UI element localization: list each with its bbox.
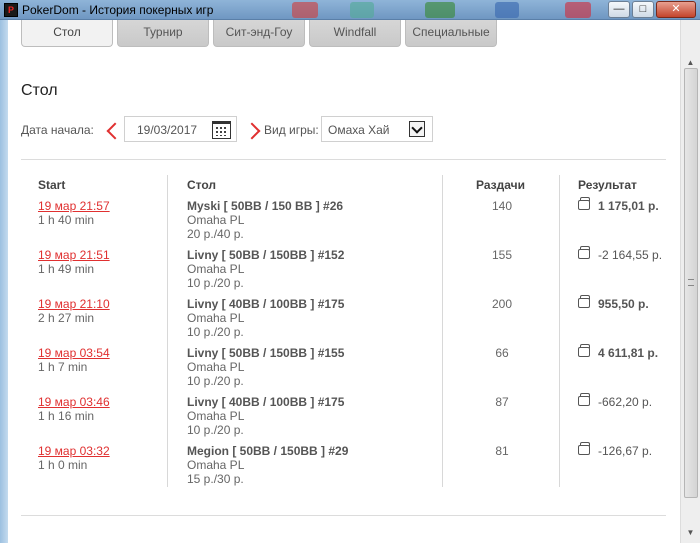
duration: 1 h 7 min [38, 360, 88, 374]
calendar-icon[interactable] [212, 121, 231, 139]
hands-count: 140 [491, 199, 513, 213]
filter-bar: Дата начала: 19/03/2017 Вид игры: Омаха … [21, 116, 681, 144]
maximize-icon[interactable]: □ [632, 1, 654, 18]
hands-count: 87 [495, 395, 509, 409]
table-name: Myski [ 50BB / 150 BB ] #26 [187, 199, 344, 213]
stakes: 10 р./20 р. [187, 325, 244, 339]
table-name: Livny [ 50BB / 150BB ] #152 [187, 248, 345, 262]
pokerdom-app-icon: P [4, 3, 18, 17]
hands-count: 155 [491, 248, 513, 262]
result-amount: -662,20 р. [598, 395, 653, 409]
hands-count: 200 [491, 297, 513, 311]
header-table: Стол [187, 178, 217, 192]
header-hands: Раздачи [476, 178, 525, 192]
game-type: Omaha PL [187, 311, 245, 325]
table-row: 19 мар 21:10 2 h 27 min Livny [ 40BB / 1… [8, 295, 680, 346]
background-icon [350, 2, 374, 18]
hands-count: 81 [495, 444, 509, 458]
table-name: Livny [ 50BB / 150BB ] #155 [187, 346, 345, 360]
table-row: 19 мар 21:57 1 h 40 min Myski [ 50BB / 1… [8, 197, 680, 248]
stakes: 15 р./30 р. [187, 472, 244, 486]
table-name: Livny [ 40BB / 100BB ] #175 [187, 297, 345, 311]
vertical-scrollbar[interactable]: ▲ ▼ [680, 20, 700, 543]
hands-count: 66 [495, 346, 509, 360]
duration: 2 h 27 min [38, 311, 95, 325]
start-time-link[interactable]: 19 мар 03:46 [38, 395, 110, 409]
game-type-select[interactable]: Омаха Хай [321, 116, 433, 142]
scroll-down-icon[interactable]: ▼ [684, 526, 697, 539]
divider [21, 515, 666, 516]
game-type: Omaha PL [187, 458, 245, 472]
chevron-down-icon[interactable] [409, 121, 425, 137]
result-amount: 1 175,01 р. [598, 199, 659, 213]
background-icon [425, 2, 455, 18]
divider [21, 159, 666, 160]
start-time-link[interactable]: 19 мар 21:51 [38, 248, 110, 262]
duration: 1 h 40 min [38, 213, 95, 227]
table-name: Megion [ 50BB / 150BB ] #29 [187, 444, 349, 458]
next-date-icon[interactable] [246, 118, 260, 142]
tab-special[interactable]: Специальные [405, 20, 497, 47]
start-time-link[interactable]: 19 мар 21:10 [38, 297, 110, 311]
header-result: Результат [578, 178, 637, 192]
result-amount: 955,50 р. [598, 297, 649, 311]
date-field[interactable]: 19/03/2017 [124, 116, 237, 142]
wallet-icon [578, 344, 590, 357]
wallet-icon [578, 197, 590, 210]
title-bar: P PokerDom - История покерных игр — □ ✕ [0, 0, 700, 20]
scrollbar-thumb[interactable] [684, 68, 698, 498]
game-type-label: Вид игры: [264, 123, 319, 137]
date-label: Дата начала: [21, 123, 94, 137]
result-amount: 4 611,81 р. [598, 346, 659, 360]
wallet-icon [578, 295, 590, 308]
stakes: 20 р./40 р. [187, 227, 244, 241]
table-row: 19 мар 03:46 1 h 16 min Livny [ 40BB / 1… [8, 393, 680, 444]
table-row: 19 мар 03:32 1 h 0 min Megion [ 50BB / 1… [8, 442, 680, 493]
tab-table[interactable]: Стол [21, 20, 113, 47]
background-icon [565, 2, 591, 18]
window-title: PokerDom - История покерных игр [22, 3, 214, 17]
result-amount: -2 164,55 р. [598, 248, 663, 262]
game-type: Omaha PL [187, 360, 245, 374]
tab-sit-and-go[interactable]: Сит-энд-Гоу [213, 20, 305, 47]
stakes: 10 р./20 р. [187, 374, 244, 388]
duration: 1 h 16 min [38, 409, 95, 423]
table-name: Livny [ 40BB / 100BB ] #175 [187, 395, 345, 409]
background-icon [495, 2, 519, 18]
result-amount: -126,67 р. [598, 444, 653, 458]
window-controls: — □ ✕ [608, 1, 696, 18]
game-type-value: Омаха Хай [328, 123, 390, 137]
page-title: Стол [21, 82, 58, 99]
close-icon[interactable]: ✕ [656, 1, 696, 18]
window-frame [0, 20, 8, 543]
game-type: Omaha PL [187, 262, 245, 276]
wallet-icon [578, 246, 590, 259]
minimize-icon[interactable]: — [608, 1, 630, 18]
background-icon [292, 2, 318, 18]
tab-windfall[interactable]: Windfall [309, 20, 401, 47]
wallet-icon [578, 393, 590, 406]
duration: 1 h 0 min [38, 458, 88, 472]
tab-tournament[interactable]: Турнир [117, 20, 209, 47]
game-type: Omaha PL [187, 213, 245, 227]
tab-bar: Стол Турнир Сит-энд-Гоу Windfall Специал… [21, 20, 497, 47]
stakes: 10 р./20 р. [187, 276, 244, 290]
prev-date-icon[interactable] [105, 118, 119, 142]
main-content: Стол Турнир Сит-энд-Гоу Windfall Специал… [8, 20, 680, 543]
table-row: 19 мар 03:54 1 h 7 min Livny [ 50BB / 15… [8, 344, 680, 395]
table-row: 19 мар 21:51 1 h 49 min Livny [ 50BB / 1… [8, 246, 680, 297]
wallet-icon [578, 442, 590, 455]
start-time-link[interactable]: 19 мар 03:32 [38, 444, 110, 458]
duration: 1 h 49 min [38, 262, 95, 276]
date-value: 19/03/2017 [137, 123, 198, 137]
start-time-link[interactable]: 19 мар 03:54 [38, 346, 110, 360]
game-type: Omaha PL [187, 409, 245, 423]
stakes: 10 р./20 р. [187, 423, 244, 437]
start-time-link[interactable]: 19 мар 21:57 [38, 199, 110, 213]
header-start: Start [38, 178, 66, 192]
